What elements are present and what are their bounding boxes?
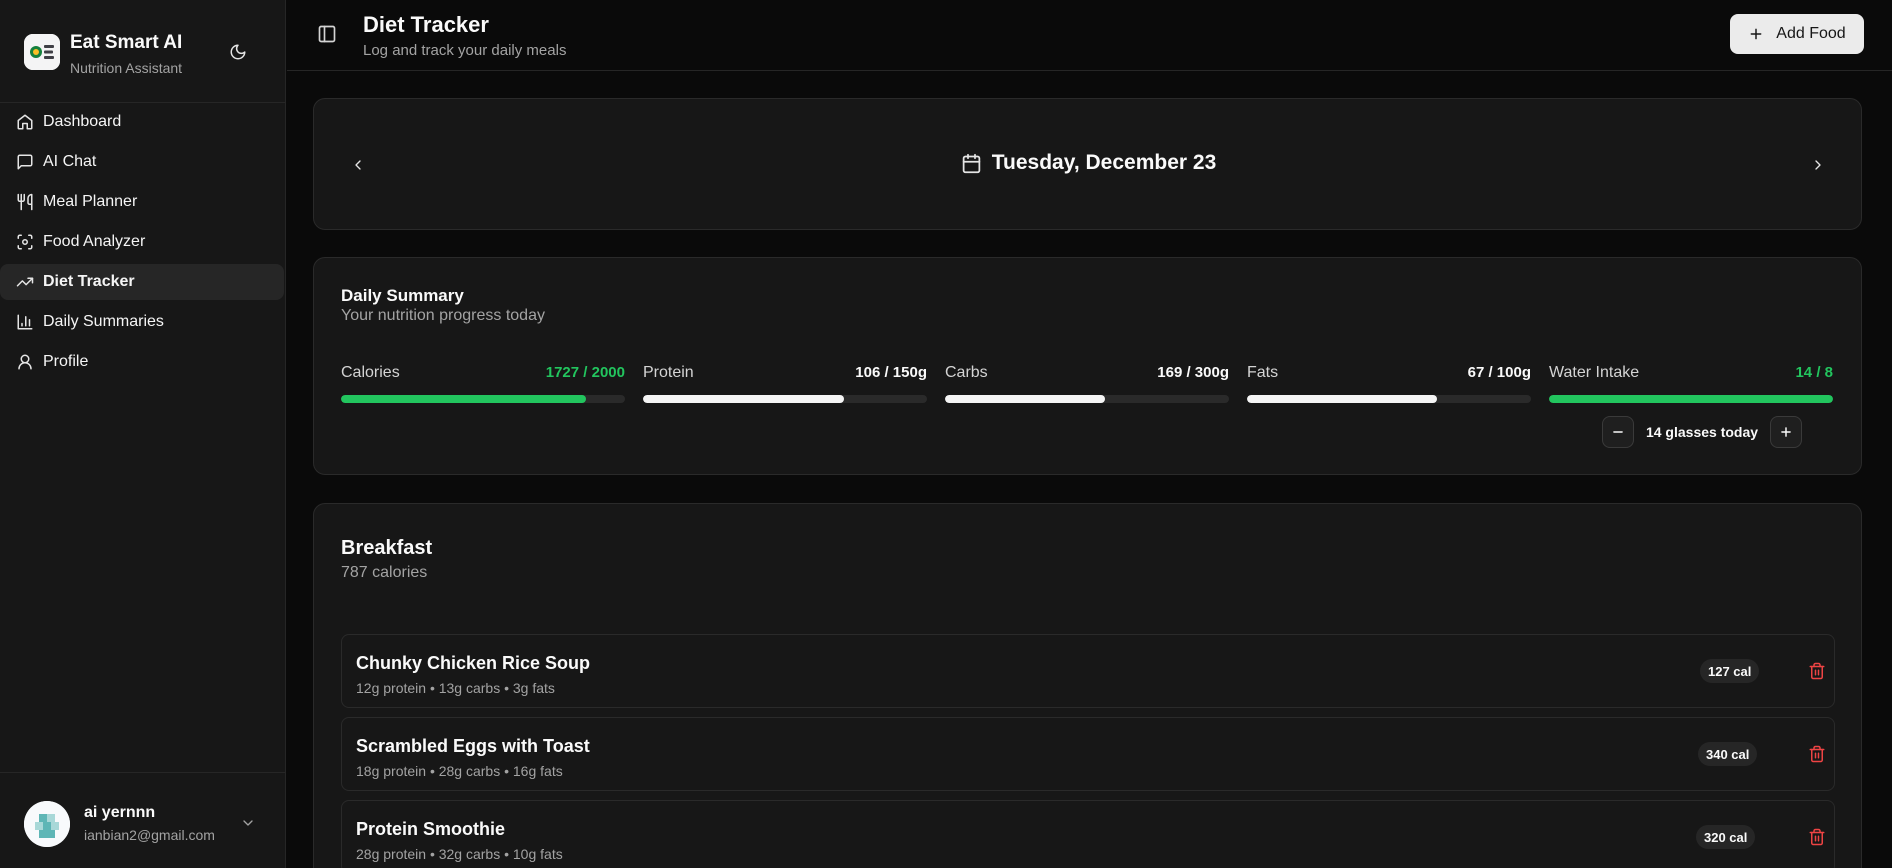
trending-up-icon bbox=[16, 273, 34, 291]
metric-value: 14 / 8 bbox=[1795, 364, 1833, 381]
summary-title: Daily Summary bbox=[341, 286, 464, 305]
page-title: Diet Tracker bbox=[363, 12, 489, 37]
app-logo-icon bbox=[24, 34, 60, 70]
minus-icon bbox=[1611, 425, 1625, 439]
food-macros: 18g protein • 28g carbs • 16g fats bbox=[356, 763, 563, 779]
food-macros: 12g protein • 13g carbs • 3g fats bbox=[356, 680, 555, 696]
app-tagline: Nutrition Assistant bbox=[70, 60, 183, 76]
divider bbox=[0, 772, 286, 773]
panel-left-icon[interactable] bbox=[317, 24, 337, 44]
plus-icon bbox=[1748, 26, 1764, 42]
sidebar-item-label: Meal Planner bbox=[43, 193, 138, 210]
progress-bar bbox=[643, 395, 927, 403]
sidebar-item-label: Daily Summaries bbox=[43, 313, 164, 330]
avatar bbox=[24, 801, 70, 847]
progress-bar bbox=[945, 395, 1229, 403]
user-email: ianbian2@gmail.com bbox=[84, 827, 215, 843]
date-navigator: Tuesday, December 23 bbox=[313, 98, 1862, 230]
calorie-badge: 320 cal bbox=[1696, 825, 1756, 849]
message-icon bbox=[16, 153, 34, 171]
food-name: Protein Smoothie bbox=[356, 819, 506, 839]
sidebar-item-label: Profile bbox=[43, 353, 89, 370]
progress-bar bbox=[1247, 395, 1531, 403]
meal-title: Breakfast bbox=[341, 537, 433, 559]
sidebar-nav: Dashboard AI Chat Meal Planner Food Anal… bbox=[0, 104, 286, 380]
food-item: Chunky Chicken Rice Soup 12g protein • 1… bbox=[341, 634, 1835, 708]
sidebar: Eat Smart AI Nutrition Assistant Dashboa… bbox=[0, 0, 286, 868]
meal-calories: 787 calories bbox=[341, 564, 428, 581]
date-label: Tuesday, December 23 bbox=[991, 151, 1217, 174]
sidebar-item-ai-chat[interactable]: AI Chat bbox=[0, 144, 284, 180]
moon-icon[interactable] bbox=[226, 40, 250, 64]
current-date: Tuesday, December 23 bbox=[314, 151, 1863, 175]
app-name: Eat Smart AI bbox=[70, 32, 183, 53]
food-item: Protein Smoothie 28g protein • 32g carbs… bbox=[341, 800, 1835, 868]
user-menu[interactable]: ai yernnn ianbian2@gmail.com bbox=[24, 799, 264, 847]
food-item: Scrambled Eggs with Toast 18g protein • … bbox=[341, 717, 1835, 791]
sidebar-item-diet-tracker[interactable]: Diet Tracker bbox=[0, 264, 284, 300]
trash-icon[interactable] bbox=[1808, 828, 1826, 846]
progress-fill bbox=[1549, 395, 1833, 403]
chevron-right-icon[interactable] bbox=[1810, 157, 1826, 173]
utensils-icon bbox=[16, 193, 34, 211]
plus-icon bbox=[1779, 425, 1793, 439]
home-icon bbox=[16, 113, 34, 131]
calorie-badge: 127 cal bbox=[1700, 659, 1760, 683]
progress-bar bbox=[341, 395, 625, 403]
scan-icon bbox=[16, 233, 34, 251]
user-name: ai yernnn bbox=[84, 804, 156, 821]
user-icon bbox=[16, 353, 34, 371]
food-macros: 28g protein • 32g carbs • 10g fats bbox=[356, 846, 563, 862]
metric-value: 169 / 300g bbox=[1157, 364, 1229, 381]
progress-fill bbox=[945, 395, 1105, 403]
water-controls: 14 glasses today bbox=[1602, 416, 1802, 448]
trash-icon[interactable] bbox=[1808, 745, 1826, 763]
progress-fill bbox=[1247, 395, 1438, 403]
daily-summary-card: Daily Summary Your nutrition progress to… bbox=[313, 257, 1862, 475]
metric-label: Fats bbox=[1247, 364, 1279, 381]
metric-value: 106 / 150g bbox=[855, 364, 927, 381]
food-name: Chunky Chicken Rice Soup bbox=[356, 653, 591, 673]
progress-fill bbox=[341, 395, 587, 403]
sidebar-item-meal-planner[interactable]: Meal Planner bbox=[0, 184, 284, 220]
metric-value: 1727 / 2000 bbox=[545, 364, 625, 381]
sidebar-item-label: AI Chat bbox=[43, 153, 97, 170]
sidebar-item-label: Dashboard bbox=[43, 113, 122, 130]
sidebar-item-label: Food Analyzer bbox=[43, 233, 146, 250]
calendar-icon bbox=[961, 153, 982, 174]
sidebar-item-food-analyzer[interactable]: Food Analyzer bbox=[0, 224, 284, 260]
page-header: Diet Tracker Log and track your daily me… bbox=[287, 0, 1892, 71]
bar-chart-icon bbox=[16, 313, 34, 331]
page-subtitle: Log and track your daily meals bbox=[363, 42, 567, 59]
divider bbox=[0, 102, 286, 103]
metric-label: Water Intake bbox=[1549, 364, 1640, 381]
water-increment-button[interactable] bbox=[1770, 416, 1802, 448]
metric-label: Carbs bbox=[945, 364, 988, 381]
water-decrement-button[interactable] bbox=[1602, 416, 1634, 448]
sidebar-item-profile[interactable]: Profile bbox=[0, 344, 284, 380]
summary-subtitle: Your nutrition progress today bbox=[341, 307, 545, 324]
metric-value: 67 / 100g bbox=[1467, 364, 1531, 381]
add-food-label: Add Food bbox=[1776, 25, 1846, 42]
sidebar-item-label: Diet Tracker bbox=[43, 273, 135, 290]
meal-card-breakfast: Breakfast 787 calories Chunky Chicken Ri… bbox=[313, 503, 1862, 868]
trash-icon[interactable] bbox=[1808, 662, 1826, 680]
metric-label: Protein bbox=[643, 364, 694, 381]
progress-bar bbox=[1549, 395, 1833, 403]
food-name: Scrambled Eggs with Toast bbox=[356, 736, 590, 756]
add-food-button[interactable]: Add Food bbox=[1730, 14, 1864, 54]
sidebar-item-dashboard[interactable]: Dashboard bbox=[0, 104, 284, 140]
sidebar-item-daily-summaries[interactable]: Daily Summaries bbox=[0, 304, 284, 340]
progress-fill bbox=[643, 395, 844, 403]
calorie-badge: 340 cal bbox=[1698, 742, 1758, 766]
chevron-down-icon bbox=[240, 815, 256, 831]
metric-label: Calories bbox=[341, 364, 400, 381]
